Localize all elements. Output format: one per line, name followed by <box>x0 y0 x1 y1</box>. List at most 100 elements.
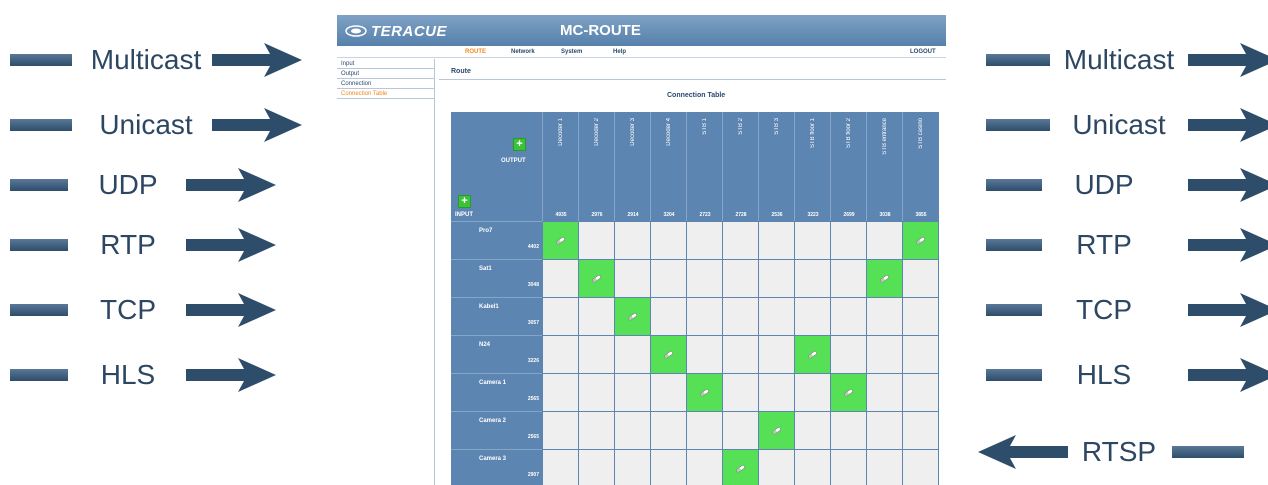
connection-cell[interactable] <box>866 335 902 373</box>
connection-cell[interactable] <box>650 411 686 449</box>
connection-cell[interactable] <box>902 411 938 449</box>
connection-cell[interactable] <box>686 449 722 485</box>
input-row-sat1[interactable]: Sat1 3048 <box>451 259 542 297</box>
connection-cell[interactable] <box>758 297 794 335</box>
logout-link[interactable]: LOGOUT <box>910 46 936 58</box>
sidebar-item-connection[interactable]: Connection <box>337 79 434 89</box>
connection-cell[interactable] <box>542 411 578 449</box>
connection-cell[interactable] <box>650 221 686 259</box>
output-column-stb-floor-2[interactable]: STB floor 2 2699 <box>830 112 866 221</box>
connection-cell[interactable] <box>830 221 866 259</box>
sidebar-item-output[interactable]: Output <box>337 69 434 79</box>
connection-cell[interactable] <box>542 259 578 297</box>
connection-cell[interactable] <box>722 335 758 373</box>
connection-cell[interactable] <box>902 335 938 373</box>
connection-cell[interactable] <box>722 411 758 449</box>
connection-cell-active[interactable] <box>902 221 938 259</box>
connection-cell-active[interactable] <box>830 373 866 411</box>
menu-item-network[interactable]: Network <box>511 46 535 58</box>
connection-cell-active[interactable] <box>794 335 830 373</box>
connection-cell[interactable] <box>830 335 866 373</box>
add-input-button[interactable]: + <box>458 195 471 208</box>
connection-cell[interactable] <box>542 335 578 373</box>
connection-cell[interactable] <box>866 449 902 485</box>
output-column-decoder-1[interactable]: Decoder 1 4935 <box>542 112 578 221</box>
connection-cell[interactable] <box>650 449 686 485</box>
connection-cell[interactable] <box>578 297 614 335</box>
connection-cell[interactable] <box>794 259 830 297</box>
output-column-decoder-2[interactable]: Decoder 2 2976 <box>578 112 614 221</box>
input-row-camera-1[interactable]: Camera 1 2565 <box>451 373 542 411</box>
connection-cell[interactable] <box>794 373 830 411</box>
input-row-pro7[interactable]: Pro7 4402 <box>451 221 542 259</box>
connection-cell[interactable] <box>686 411 722 449</box>
connection-cell-active[interactable] <box>578 259 614 297</box>
connection-cell[interactable] <box>866 411 902 449</box>
output-column-stb-1[interactable]: STB 1 2723 <box>686 112 722 221</box>
connection-cell-active[interactable] <box>686 373 722 411</box>
connection-cell-active[interactable] <box>866 259 902 297</box>
menu-item-route[interactable]: ROUTE <box>465 46 486 58</box>
connection-cell[interactable] <box>722 373 758 411</box>
connection-cell[interactable] <box>578 449 614 485</box>
input-row-camera-2[interactable]: Camera 2 2565 <box>451 411 542 449</box>
connection-cell[interactable] <box>794 297 830 335</box>
menu-item-system[interactable]: System <box>561 46 582 58</box>
connection-cell[interactable] <box>830 449 866 485</box>
connection-cell-active[interactable] <box>614 297 650 335</box>
connection-cell[interactable] <box>542 449 578 485</box>
connection-cell[interactable] <box>614 335 650 373</box>
output-column-stb-casino[interactable]: STB casino 3855 <box>902 112 938 221</box>
connection-cell-active[interactable] <box>722 449 758 485</box>
connection-cell[interactable] <box>902 373 938 411</box>
input-row-camera-3[interactable]: Camera 3 2907 <box>451 449 542 485</box>
connection-cell[interactable] <box>686 335 722 373</box>
connection-cell-active[interactable] <box>542 221 578 259</box>
connection-cell[interactable] <box>758 373 794 411</box>
connection-cell[interactable] <box>722 297 758 335</box>
connection-cell[interactable] <box>830 297 866 335</box>
connection-cell[interactable] <box>758 221 794 259</box>
connection-cell[interactable] <box>902 259 938 297</box>
connection-cell[interactable] <box>542 373 578 411</box>
connection-cell[interactable] <box>578 411 614 449</box>
output-column-stb-3[interactable]: STB 3 2536 <box>758 112 794 221</box>
connection-cell[interactable] <box>578 373 614 411</box>
sidebar-item-input[interactable]: Input <box>337 59 434 69</box>
output-column-decoder-3[interactable]: Decoder 3 2914 <box>614 112 650 221</box>
sidebar-item-connection-table[interactable]: Connection Table <box>337 89 434 99</box>
connection-cell[interactable] <box>866 221 902 259</box>
connection-cell[interactable] <box>902 297 938 335</box>
input-row-kabel1[interactable]: Kabel1 3057 <box>451 297 542 335</box>
connection-cell[interactable] <box>614 373 650 411</box>
connection-cell[interactable] <box>614 411 650 449</box>
menu-item-help[interactable]: Help <box>613 46 626 58</box>
connection-cell[interactable] <box>902 449 938 485</box>
output-column-decoder-4[interactable]: Decoder 4 3204 <box>650 112 686 221</box>
connection-cell[interactable] <box>650 259 686 297</box>
connection-cell[interactable] <box>794 411 830 449</box>
connection-cell-active[interactable] <box>650 335 686 373</box>
output-column-stb-entrance[interactable]: STB entrance 3038 <box>866 112 902 221</box>
connection-cell[interactable] <box>830 259 866 297</box>
connection-cell[interactable] <box>614 449 650 485</box>
connection-cell[interactable] <box>614 221 650 259</box>
connection-cell[interactable] <box>686 259 722 297</box>
connection-cell[interactable] <box>686 297 722 335</box>
connection-cell[interactable] <box>794 449 830 485</box>
connection-cell[interactable] <box>866 373 902 411</box>
connection-cell[interactable] <box>650 373 686 411</box>
add-output-button[interactable]: + <box>513 138 526 151</box>
connection-cell[interactable] <box>686 221 722 259</box>
connection-cell[interactable] <box>722 221 758 259</box>
connection-cell[interactable] <box>758 335 794 373</box>
connection-cell[interactable] <box>578 221 614 259</box>
connection-cell[interactable] <box>650 297 686 335</box>
connection-cell[interactable] <box>758 449 794 485</box>
input-row-n24[interactable]: N24 3226 <box>451 335 542 373</box>
connection-cell[interactable] <box>794 221 830 259</box>
connection-cell[interactable] <box>542 297 578 335</box>
connection-cell[interactable] <box>830 411 866 449</box>
connection-cell[interactable] <box>866 297 902 335</box>
output-column-stb-floor-1[interactable]: STB floor 1 3223 <box>794 112 830 221</box>
